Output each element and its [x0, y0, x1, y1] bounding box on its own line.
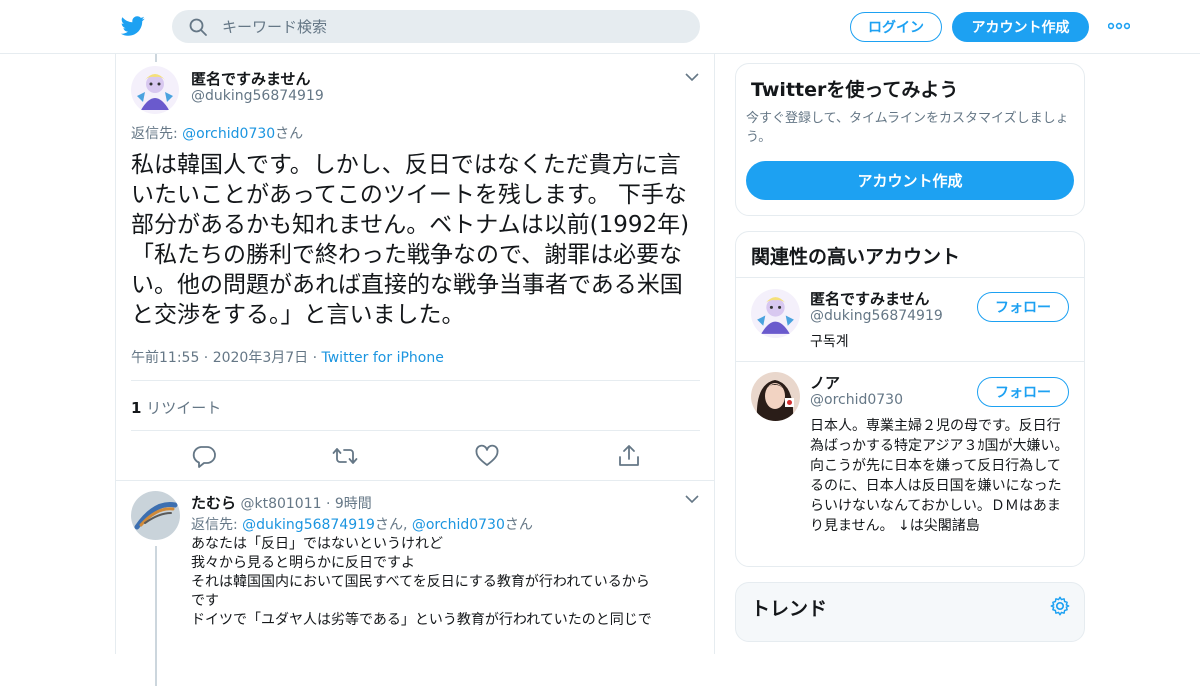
main-timeline-column: 匿名ですみません @duking56874919 返信先: @orchid073… [115, 54, 715, 686]
reply-to-link[interactable]: @orchid0730 [412, 517, 505, 533]
reply-to-line: 返信先: @duking56874919さん, @orchid0730さん [191, 514, 533, 534]
trends-title: トレンド [751, 598, 828, 620]
trends-card: トレンド [735, 582, 1085, 642]
reply-text-line: ドイツで「ユダヤ人は劣等である」という教育が行われていたのと同じで [191, 612, 652, 628]
signup-card-button[interactable]: アカウント作成 [746, 161, 1074, 200]
reply-text-line: 我々から見ると明らかに反日ですよ [191, 555, 415, 571]
like-heart-icon[interactable] [474, 443, 500, 469]
related-account-item[interactable]: 匿名ですみません @duking56874919 구독계 フォロー [736, 278, 1084, 362]
account-bio: 日本人。専業主婦２児の母です。反日行為ばっかする特定アジア３ｶ国が大嫌い。向こう… [810, 418, 1069, 534]
retweet-stats[interactable]: 1 リツイート [131, 397, 221, 418]
account-avatar[interactable] [751, 372, 800, 421]
follow-button[interactable]: フォロー [977, 377, 1069, 407]
signup-button[interactable]: アカウント作成 [952, 12, 1089, 42]
retweet-count: 1 [131, 399, 142, 417]
chevron-down-icon[interactable] [685, 494, 699, 504]
more-options-icon[interactable] [1108, 20, 1130, 32]
related-accounts-card: 関連性の高いアカウント 匿名ですみません @duking56874919 구독계… [735, 231, 1085, 567]
divider [131, 380, 700, 381]
reply-prefix: 返信先: [131, 126, 183, 142]
follow-button[interactable]: フォロー [977, 292, 1069, 322]
account-name[interactable]: 匿名ですみません [810, 288, 930, 309]
reply-author-name[interactable]: たむら [191, 494, 236, 512]
search-icon [189, 18, 207, 36]
top-navigation-bar: ログイン アカウント作成 [0, 0, 1200, 54]
reply-author-avatar[interactable] [131, 491, 180, 540]
chevron-down-icon[interactable] [685, 72, 699, 82]
tweet-timestamp: 午前11:55 · 2020年3月7日 · Twitter for iPhone [131, 347, 444, 367]
reply-to-link[interactable]: @duking56874919 [242, 517, 375, 533]
tweet-author-avatar[interactable] [131, 66, 179, 114]
reply-to-line: 返信先: @orchid0730さん [131, 123, 303, 143]
account-handle[interactable]: @orchid0730 [810, 392, 903, 408]
gear-icon[interactable] [1049, 595, 1071, 617]
signup-card: Twitterを使ってみよう 今すぐ登録して、タイムラインをカスタマイズしましょ… [735, 63, 1085, 216]
reply-icon[interactable] [191, 443, 217, 469]
related-account-item[interactable]: ノア @orchid0730 日本人。専業主婦２児の母です。反日行為ばっかする特… [736, 362, 1084, 562]
account-name[interactable]: ノア [810, 372, 840, 393]
reply-text-line: です [191, 593, 219, 609]
login-button[interactable]: ログイン [850, 12, 942, 42]
reply-author-handle[interactable]: @kt801011 [240, 496, 321, 512]
twitter-bird-logo-icon[interactable] [120, 14, 146, 38]
reply-time[interactable]: · 9時間 [322, 496, 372, 512]
search-input[interactable] [222, 10, 682, 43]
reply-header: たむら @kt801011 · 9時間 [191, 492, 372, 513]
tweet-actions [131, 443, 701, 469]
tweet-author-name[interactable]: 匿名ですみません [191, 68, 311, 89]
reply-prefix: 返信先: [191, 517, 243, 533]
related-accounts-title: 関連性の高いアカウント [751, 246, 961, 268]
reply-to-link[interactable]: @orchid0730 [182, 126, 275, 142]
reply-suffix: さん [504, 517, 533, 533]
signup-card-title: Twitterを使ってみよう [751, 79, 959, 101]
reply-text-line: それは韓国国内において国民すべてを反日にする教育が行われているから [191, 574, 650, 590]
signup-card-subtitle: 今すぐ登録して、タイムラインをカスタマイズしましょう。 [746, 111, 1069, 145]
thread-connector [155, 546, 157, 686]
tweet-author-handle[interactable]: @duking56874919 [191, 88, 324, 104]
search-box[interactable] [172, 10, 700, 43]
divider [116, 480, 714, 481]
retweet-icon[interactable] [332, 443, 358, 469]
account-bio: 구독계 [810, 334, 849, 350]
tweet-text: 私は韓国人です。しかし、反日ではなくただ貴方に言いたいことがあってこのツイートを… [131, 152, 690, 328]
account-avatar[interactable] [751, 289, 800, 338]
tweet-time[interactable]: 午前11:55 · 2020年3月7日 · [131, 350, 322, 366]
reply-suffix: さん [275, 126, 304, 142]
divider [131, 430, 700, 431]
tweet-source-link[interactable]: Twitter for iPhone [322, 350, 444, 366]
reply-text-line: あなたは「反日」ではないというけれど [191, 536, 443, 552]
share-icon[interactable] [616, 443, 642, 469]
account-handle[interactable]: @duking56874919 [810, 308, 943, 324]
reply-separator: さん, [374, 517, 412, 533]
retweet-label: リツイート [141, 399, 222, 417]
reply-text: あなたは「反日」ではないというけれど 我々から見ると明らかに反日ですよ それは韓… [191, 535, 696, 630]
